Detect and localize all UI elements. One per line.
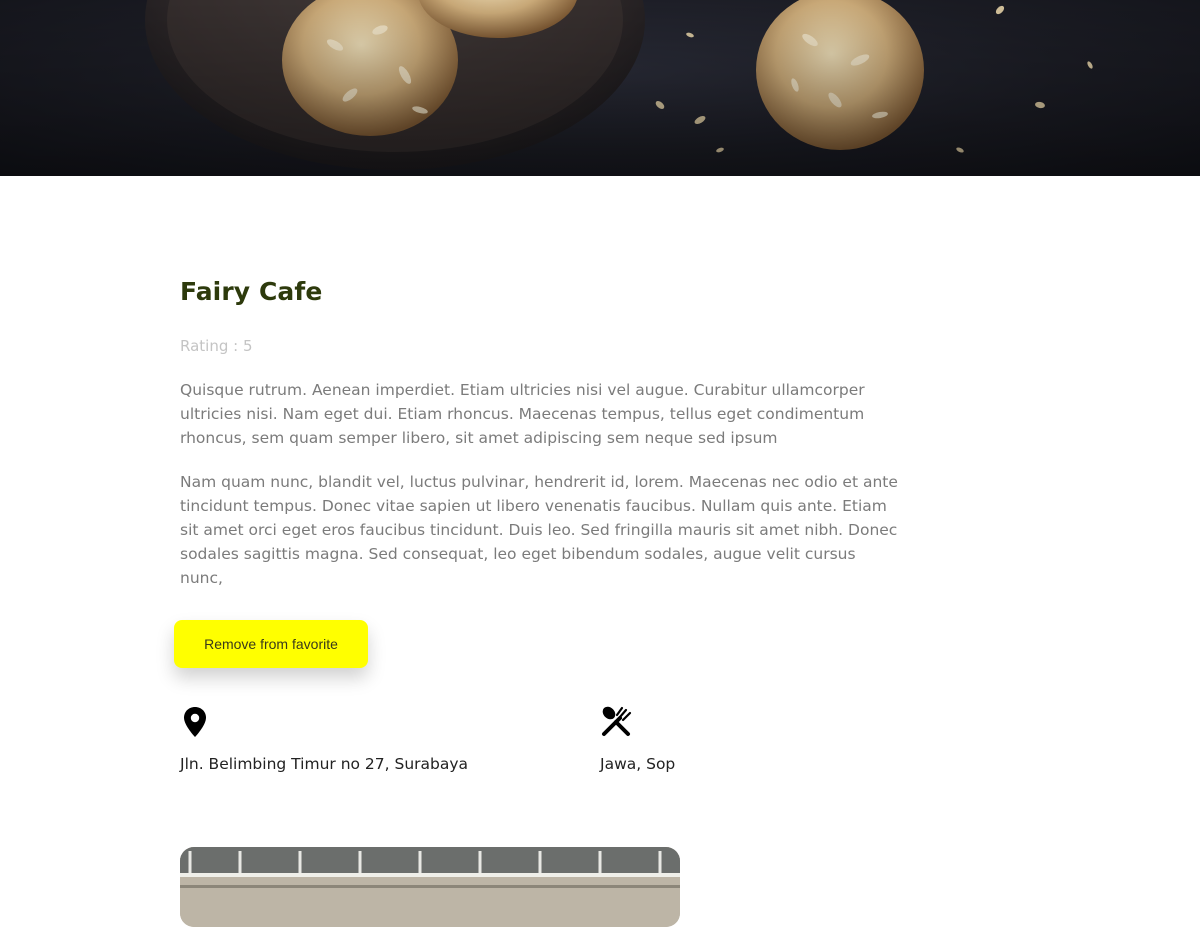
address-text: Jln. Belimbing Timur no 27, Surabaya (180, 755, 469, 773)
categories-text: Jawa, Sop (600, 755, 676, 773)
restaurant-name: Fairy Cafe (180, 277, 323, 306)
description-paragraph: Quisque rutrum. Aenean imperdiet. Etiam … (180, 381, 865, 447)
utensils-icon (600, 706, 632, 738)
remove-from-favorite-button[interactable]: Remove from favorite (174, 620, 368, 668)
description-paragraph: Nam quam nunc, blandit vel, luctus pulvi… (180, 473, 898, 587)
rating-label: Rating : 5 (180, 337, 253, 355)
hero-image (0, 0, 1200, 176)
restaurant-photo (180, 847, 680, 927)
map-pin-icon (180, 706, 212, 738)
